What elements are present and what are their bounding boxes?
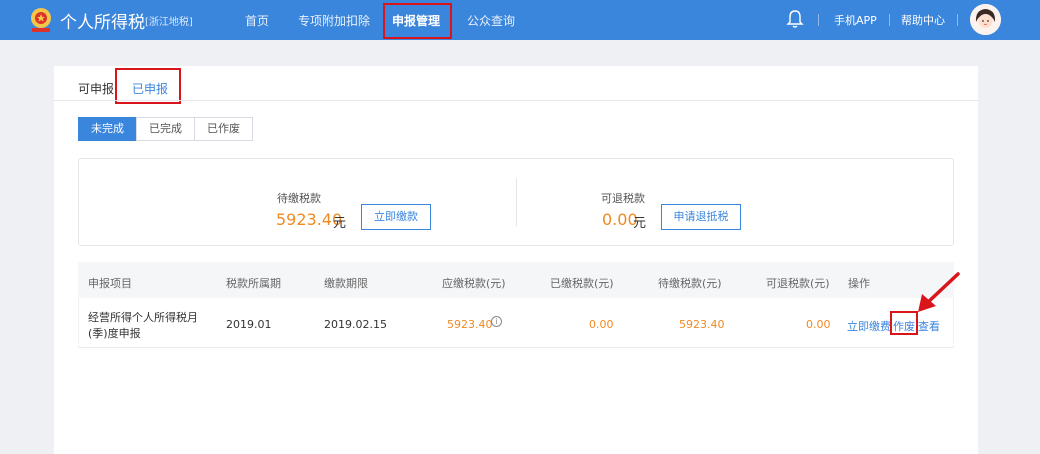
- col-period: 税款所属期: [226, 277, 281, 290]
- region-label: [浙江地税]: [145, 17, 193, 28]
- col-actions: 操作: [848, 277, 870, 290]
- pay-fee-link[interactable]: 立即缴费: [847, 318, 891, 334]
- summary-divider: [516, 178, 517, 226]
- pending-tax-label: 待缴税款: [277, 192, 321, 205]
- top-separator: [957, 14, 958, 26]
- row-pending: 5923.40: [679, 318, 725, 331]
- filter-incomplete[interactable]: 未完成: [78, 117, 137, 141]
- row-due: 5923.40: [447, 318, 493, 331]
- col-paid: 已缴税款(元): [550, 277, 614, 290]
- tab-highlight-box: [115, 68, 181, 104]
- refundable-tax-label: 可退税款: [601, 192, 645, 205]
- avatar-face-icon: [970, 4, 1001, 35]
- nav-home[interactable]: 首页: [245, 12, 269, 29]
- pending-tax-unit: 元: [333, 216, 347, 231]
- top-separator: [889, 14, 890, 26]
- row-paid: 0.00: [589, 318, 614, 331]
- info-icon[interactable]: i: [491, 316, 502, 327]
- filter-completed[interactable]: 已完成: [136, 117, 195, 141]
- apply-refund-button[interactable]: 申请退抵税: [661, 204, 741, 230]
- col-due: 应缴税款(元): [442, 277, 506, 290]
- tab-declarable[interactable]: 可申报: [78, 80, 114, 97]
- top-nav-bar: 个人所得税 [浙江地税] 首页 专项附加扣除 申报管理 公众查询 手机APP 帮…: [0, 0, 1040, 40]
- col-pending: 待缴税款(元): [658, 277, 722, 290]
- user-avatar[interactable]: [970, 4, 1001, 35]
- pay-now-button[interactable]: 立即缴款: [361, 204, 431, 230]
- bell-icon[interactable]: [786, 9, 804, 29]
- top-separator: [818, 14, 819, 26]
- app-title: 个人所得税: [60, 13, 145, 33]
- nav-special-deduction[interactable]: 专项附加扣除: [298, 12, 370, 29]
- row-item-line1: 经营所得个人所得税月: [88, 311, 198, 324]
- tax-emblem-logo: [31, 8, 51, 32]
- tab-divider: [54, 100, 978, 101]
- row-refundable: 0.00: [806, 318, 831, 331]
- refundable-tax-unit: 元: [633, 216, 647, 231]
- row-period: 2019.01: [226, 318, 272, 331]
- col-item: 申报项目: [88, 277, 132, 290]
- mobile-app-link[interactable]: 手机APP: [834, 12, 877, 28]
- filter-voided[interactable]: 已作废: [194, 117, 253, 141]
- col-deadline: 缴款期限: [324, 277, 368, 290]
- red-arrow-annotation: [918, 272, 960, 312]
- col-refundable: 可退税款(元): [766, 277, 830, 290]
- row-item-line2: (季)度申报: [88, 327, 141, 340]
- help-center-link[interactable]: 帮助中心: [901, 12, 945, 28]
- nav-public-query[interactable]: 公众查询: [467, 12, 515, 29]
- row-deadline: 2019.02.15: [324, 318, 387, 331]
- nav-highlight-box: [383, 3, 452, 39]
- view-link[interactable]: 查看: [918, 318, 940, 334]
